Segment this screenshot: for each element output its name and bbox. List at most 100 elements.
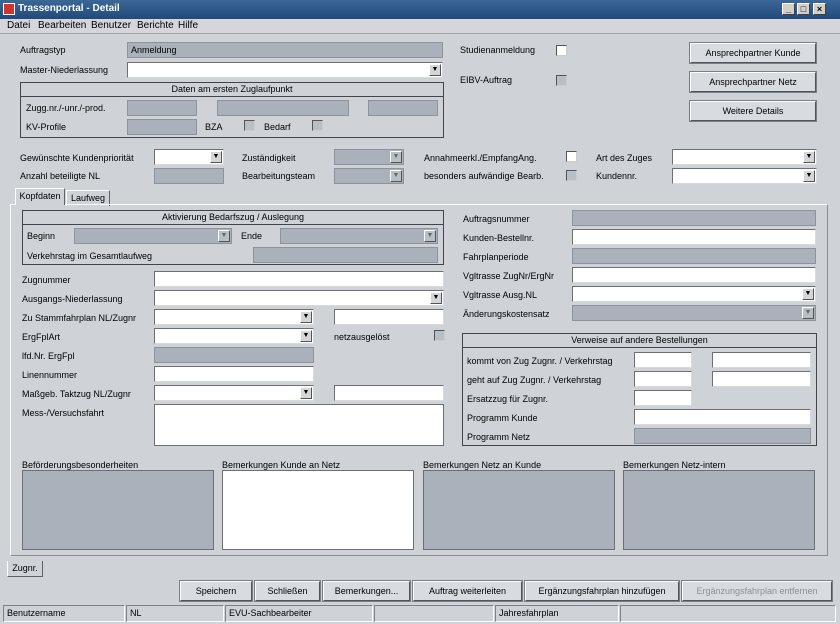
- ansprechpartner-kunde-button[interactable]: Ansprechpartner Kunde: [689, 42, 817, 64]
- studienanmeldung-checkbox[interactable]: [556, 45, 567, 56]
- chevron-down-icon[interactable]: ▼: [802, 288, 814, 300]
- menu-berichte[interactable]: Berichte: [137, 20, 174, 31]
- ansprechpartner-netz-button[interactable]: Ansprechpartner Netz: [689, 71, 817, 93]
- kunde-netz-textarea[interactable]: [222, 470, 414, 550]
- auftragsnummer-label: Auftragsnummer: [463, 214, 530, 224]
- bza-checkbox: [244, 120, 255, 131]
- auftragsnummer-field: [572, 210, 816, 226]
- chevron-down-icon[interactable]: ▼: [429, 64, 441, 76]
- maximize-button[interactable]: □: [797, 3, 810, 15]
- kv-profile-field: [127, 119, 197, 135]
- ende-select: ▼: [280, 228, 438, 244]
- ausgangs-niederlassung-select[interactable]: ▼: [154, 290, 444, 306]
- chevron-down-icon[interactable]: ▼: [300, 387, 312, 399]
- programm-netz-field: [634, 428, 811, 444]
- bza-label: BZA: [205, 122, 223, 132]
- zugg-unr-field: [217, 100, 349, 116]
- vgltrasse-label: Vgltrasse ZugNr/ErgNr: [463, 271, 555, 281]
- vgltrasse-zugnr-field[interactable]: [572, 267, 816, 283]
- ergfplart-select[interactable]: ▼: [154, 328, 314, 344]
- status-evu: EVU-Sachbearbeiter: [225, 605, 373, 622]
- master-label: Master-Niederlassung: [20, 65, 109, 75]
- kunden-bestellnr-field[interactable]: [572, 229, 816, 245]
- speichern-button[interactable]: Speichern: [179, 580, 253, 602]
- chevron-down-icon[interactable]: ▼: [300, 311, 312, 323]
- chevron-down-icon: ▼: [424, 230, 436, 242]
- kommt-zugnr-field[interactable]: [634, 352, 692, 368]
- stammfahrplan-zugnr-field[interactable]: [334, 309, 444, 325]
- programm-kunde-field[interactable]: [634, 409, 811, 425]
- geht-zugnr-field[interactable]: [634, 371, 692, 387]
- chevron-down-icon: ▼: [218, 230, 230, 242]
- eibv-checkbox: [556, 75, 567, 86]
- tab-kopfdaten[interactable]: Kopfdaten: [15, 188, 65, 205]
- chevron-down-icon[interactable]: ▼: [803, 170, 815, 182]
- zustaendigkeit-select: ▼: [334, 149, 404, 165]
- zuglauf-group-title: Daten am ersten Zuglaufpunkt: [21, 83, 443, 97]
- bestellnr-label: Kunden-Bestellnr.: [463, 233, 535, 243]
- bemerkungen-button[interactable]: Bemerkungen...: [322, 580, 411, 602]
- minimize-button[interactable]: _: [782, 3, 795, 15]
- ende-label: Ende: [241, 231, 263, 241]
- vgltrasse-nl-label: Vgltrasse Ausg.NL: [463, 290, 538, 300]
- vgltrasse-nl-select[interactable]: ▼: [572, 286, 816, 302]
- status-nl: NL: [126, 605, 224, 622]
- chevron-down-icon: ▼: [802, 307, 814, 319]
- netz-intern-textarea: [623, 470, 815, 550]
- chevron-down-icon[interactable]: ▼: [803, 151, 815, 163]
- zugg-label: Zugg.nr./-unr./-prod.: [26, 103, 106, 113]
- verkehrstag-field: [253, 247, 438, 263]
- aenderungskostensatz-select: ▼: [572, 305, 816, 321]
- kundennr-select[interactable]: ▼: [672, 168, 817, 184]
- art-des-zuges-select[interactable]: ▼: [672, 149, 817, 165]
- netz-intern-label: Bemerkungen Netz-intern: [623, 460, 726, 470]
- fahrplanperiode-field: [572, 248, 816, 264]
- aufwaendig-checkbox: [566, 170, 577, 181]
- massgeb-zugnr-field[interactable]: [334, 385, 444, 401]
- menu-datei[interactable]: Datei: [7, 20, 30, 31]
- window-title: Trassenportal - Detail: [18, 3, 120, 14]
- chevron-down-icon[interactable]: ▼: [300, 330, 312, 342]
- befoerderung-textarea: [22, 470, 214, 550]
- menu-benutzer[interactable]: Benutzer: [91, 20, 131, 31]
- title-bar: Trassenportal - Detail _ □ ×: [0, 0, 840, 19]
- linennummer-field[interactable]: [154, 366, 314, 382]
- befoerderung-label: Beförderungsbesonderheiten: [22, 460, 139, 470]
- prog-kunde-label: Programm Kunde: [467, 413, 538, 423]
- aufwaendig-label: besonders aufwändige Bearb.: [424, 171, 544, 181]
- ausgangs-label: Ausgangs-Niederlassung: [22, 294, 123, 304]
- auftrag-weiterleiten-button[interactable]: Auftrag weiterleiten: [412, 580, 523, 602]
- zugg-prod-field: [368, 100, 438, 116]
- fahrplanperiode-label: Fahrplanperiode: [463, 252, 529, 262]
- stammfahrplan-nl-select[interactable]: ▼: [154, 309, 314, 325]
- chevron-down-icon[interactable]: ▼: [430, 292, 442, 304]
- master-niederlassung-select[interactable]: ▼: [127, 62, 443, 78]
- kunde-netz-label: Bemerkungen Kunde an Netz: [222, 460, 341, 470]
- annahme-label: Annahmeerkl./EmpfangAng.: [424, 153, 537, 163]
- chevron-down-icon[interactable]: ▼: [210, 151, 222, 163]
- kommt-verkehrstag-field[interactable]: [712, 352, 811, 368]
- prioritaet-label: Gewünschte Kundenpriorität: [20, 153, 134, 163]
- kv-label: KV-Profile: [26, 122, 67, 132]
- schliessen-button[interactable]: Schließen: [254, 580, 321, 602]
- mess-versuchsfahrt-textarea[interactable]: [154, 404, 444, 446]
- menu-bar: Datei Bearbeiten Benutzer Berichte Hilfe: [0, 19, 840, 34]
- weitere-details-button[interactable]: Weitere Details: [689, 100, 817, 122]
- ersatzzug-field[interactable]: [634, 390, 692, 406]
- close-button[interactable]: ×: [813, 3, 826, 15]
- annahme-checkbox[interactable]: [566, 151, 577, 162]
- prioritaet-select[interactable]: ▼: [154, 149, 224, 165]
- ergaenzungsfahrplan-hinzufuegen-button[interactable]: Ergänzungsfahrplan hinzufügen: [524, 580, 680, 602]
- auftragstyp-field: Anmeldung: [127, 42, 443, 58]
- geht-verkehrstag-field[interactable]: [712, 371, 811, 387]
- aenderung-label: Änderungskostensatz: [463, 309, 550, 319]
- lfdnr-label: lfd.Nr. ErgFpl: [22, 351, 75, 361]
- massgeb-nl-select[interactable]: ▼: [154, 385, 314, 401]
- menu-hilfe[interactable]: Hilfe: [178, 20, 198, 31]
- zugnummer-field[interactable]: [154, 271, 444, 287]
- tab-zugnr[interactable]: Zugnr.: [7, 561, 43, 577]
- menu-bearbeiten[interactable]: Bearbeiten: [38, 20, 86, 31]
- eibv-label: EIBV-Auftrag: [460, 75, 513, 85]
- status-extra: [620, 605, 836, 622]
- chevron-down-icon: ▼: [390, 170, 402, 182]
